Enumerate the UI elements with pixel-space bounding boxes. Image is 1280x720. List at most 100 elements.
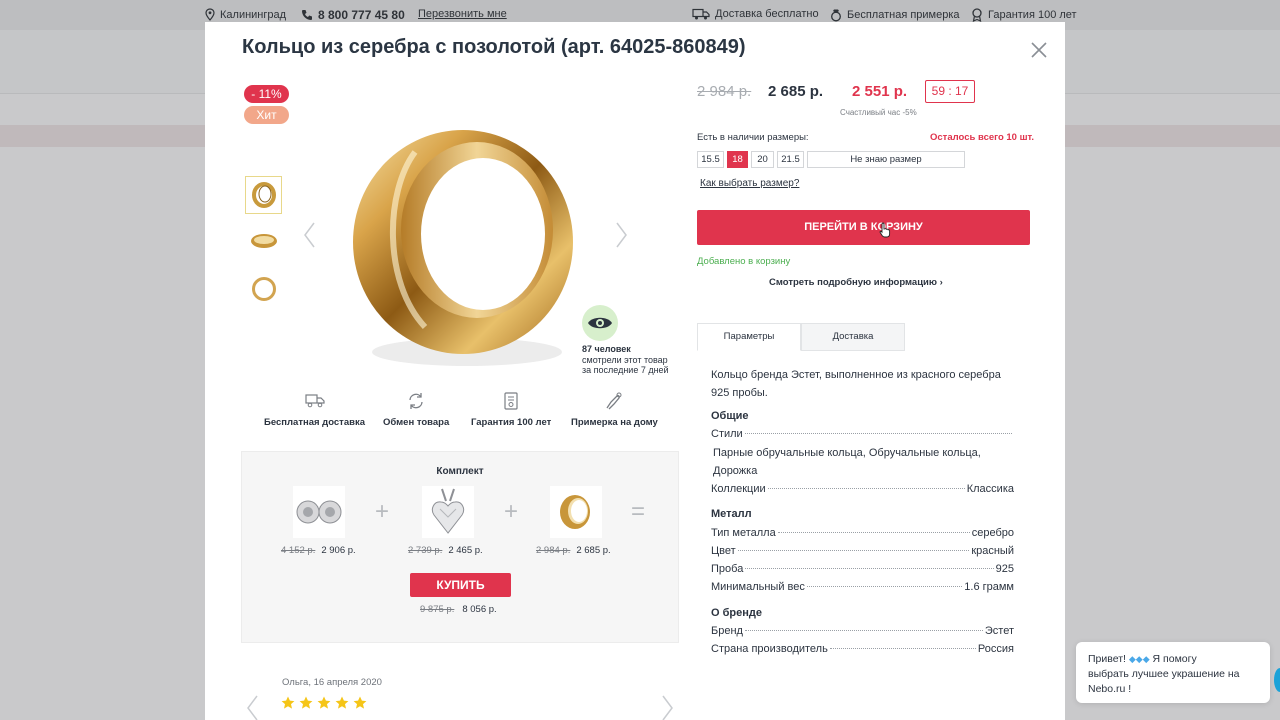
delivery-label: Доставка бесплатно — [715, 8, 819, 20]
fitting-info: Бесплатная примерка — [830, 8, 960, 22]
views-badge — [582, 305, 618, 341]
feature-label: Бесплатная доставка — [264, 417, 365, 428]
hand-cursor-icon — [879, 222, 891, 238]
ring-image — [560, 495, 590, 529]
thumbnail-2[interactable] — [245, 222, 282, 260]
fitting-label: Бесплатная примерка — [847, 9, 960, 21]
size-option-15-5[interactable]: 15.5 — [697, 151, 724, 168]
ring-thumbnail-image — [251, 182, 276, 208]
old-price: 2 739 р. — [408, 545, 443, 556]
bundle-item-pendant[interactable] — [422, 486, 474, 538]
product-quick-view-modal: Кольцо из серебра с позолотой (арт. 6402… — [205, 22, 1065, 720]
tab-parameters[interactable]: Параметры — [697, 323, 801, 351]
new-price: 2 465 р. — [448, 545, 483, 556]
param-value: красный — [971, 545, 1014, 557]
happy-hour-price: 2 551 р. — [852, 83, 908, 100]
size-option-21-5[interactable]: 21.5 — [777, 151, 804, 168]
chat-launcher-icon[interactable] — [1274, 668, 1280, 692]
chat-widget[interactable]: Привет! ◆◆◆ Я помогу выбрать лучшее укра… — [1076, 642, 1270, 703]
tab-delivery[interactable]: Доставка — [801, 323, 905, 351]
star-icon — [335, 696, 349, 709]
chat-line-2: выбрать лучшее украшение на — [1088, 668, 1240, 680]
prev-review-arrow-icon[interactable] — [245, 694, 261, 720]
next-review-arrow-icon[interactable] — [659, 694, 675, 720]
param-label: Тип металла — [711, 527, 776, 539]
thumbnail-1[interactable] — [245, 176, 282, 214]
happy-hour-note: Счастливый час -5% — [840, 108, 917, 117]
buy-bundle-button[interactable]: КУПИТЬ — [410, 573, 511, 597]
medal-icon — [972, 8, 982, 22]
chat-line-3: Nebo.ru ! — [1088, 683, 1132, 695]
views-line-3: за последние 7 дней — [582, 365, 669, 375]
go-to-cart-button[interactable]: ПЕРЕЙТИ В КОРЗИНУ — [697, 210, 1030, 245]
exchange-icon — [409, 393, 423, 409]
param-value: 925 — [995, 563, 1014, 575]
param-label: Коллекции — [711, 483, 766, 495]
old-price: 4 152 р. — [281, 545, 316, 556]
ring-thumbnail-image — [251, 277, 276, 301]
param-styles-value: Парные обручальные кольца, Обручальные к… — [713, 447, 981, 477]
param-row-styles: Стили — [711, 428, 1014, 440]
phone-number: 8 800 777 45 80 — [318, 8, 405, 22]
truck-icon — [692, 8, 710, 20]
ring-icon — [831, 9, 841, 22]
bundle-total: 9 875 р. 8 056 р. — [420, 604, 497, 615]
bundle-item-earrings[interactable] — [293, 486, 345, 538]
param-label: Проба — [711, 563, 744, 575]
param-label: Страна производитель — [711, 643, 828, 655]
bundle-total-old: 9 875 р. — [420, 604, 455, 615]
certificate-icon — [504, 392, 518, 410]
views-text: 87 человек смотрели этот товар за послед… — [582, 344, 669, 376]
review-rating — [281, 696, 367, 710]
section-general: Общие — [711, 410, 749, 422]
param-value: 1.6 грамм — [964, 581, 1014, 593]
bundle-item-price: 4 152 р. 2 906 р. — [281, 545, 356, 556]
prev-image-arrow-icon[interactable] — [302, 221, 318, 249]
hit-badge: Хит — [244, 106, 289, 124]
param-row-weight: Минимальный вес 1.6 грамм — [711, 581, 1014, 593]
added-to-cart-note: Добавлено в корзину — [697, 256, 791, 267]
city-selector[interactable]: Калининград — [205, 8, 286, 21]
size-guide-link[interactable]: Как выбрать размер? — [700, 178, 799, 189]
chat-line-1b: Я помогу — [1152, 653, 1197, 665]
size-unknown-button[interactable]: Не знаю размер — [807, 151, 965, 168]
section-metal: Металл — [711, 508, 752, 520]
param-value: серебро — [971, 527, 1014, 539]
phone-icon — [302, 10, 312, 20]
feature-exchange: Обмен товара — [383, 392, 449, 428]
info-tabs: Параметры Доставка — [697, 323, 905, 351]
more-info-label: Смотреть подробную информацию — [769, 277, 937, 288]
bundle-item-ring[interactable] — [550, 486, 602, 538]
bundle-block: Комплект 4 152 р. 2 906 р. + 2 739 р. 2 46… — [241, 451, 679, 643]
ring-thumbnail-image — [250, 234, 277, 248]
sizes-label: Есть в наличии размеры: — [697, 132, 809, 143]
size-option-18[interactable]: 18 — [727, 151, 748, 168]
bundle-total-price: 8 056 р. — [462, 604, 497, 615]
size-option-20[interactable]: 20 — [751, 151, 774, 168]
current-price: 2 685 р. — [768, 83, 824, 100]
callback-link[interactable]: Перезвонить мне — [418, 8, 507, 20]
phone[interactable]: 8 800 777 45 80 — [301, 8, 405, 22]
param-value: Классика — [966, 483, 1014, 495]
warranty-info: Гарантия 100 лет — [971, 8, 1077, 22]
review-author: Ольга, 16 апреля 2020 — [282, 677, 382, 688]
product-title: Кольцо из серебра с позолотой (арт. 6402… — [242, 36, 746, 58]
thumbnail-3[interactable] — [245, 270, 282, 308]
location-pin-icon — [205, 8, 215, 21]
feature-warranty: Гарантия 100 лет — [471, 392, 551, 428]
stock-left-note: Осталось всего 10 шт. — [930, 132, 1034, 143]
param-label: Стили — [711, 428, 743, 440]
eye-icon — [588, 317, 612, 329]
views-count: 87 человек — [582, 344, 631, 354]
next-image-arrow-icon[interactable] — [613, 221, 629, 249]
hand-ring-icon — [606, 392, 622, 410]
views-line-2: смотрели этот товар — [582, 354, 668, 365]
bundle-title: Комплект — [436, 466, 484, 477]
more-info-link[interactable]: Смотреть подробную информацию › — [769, 277, 943, 288]
plus-sign: + — [375, 498, 390, 525]
section-brand: О бренде — [711, 607, 762, 619]
star-icon — [299, 696, 313, 709]
warranty-label: Гарантия 100 лет — [988, 9, 1077, 21]
close-icon[interactable] — [1029, 40, 1049, 60]
param-row-color: Цвет красный — [711, 545, 1014, 557]
